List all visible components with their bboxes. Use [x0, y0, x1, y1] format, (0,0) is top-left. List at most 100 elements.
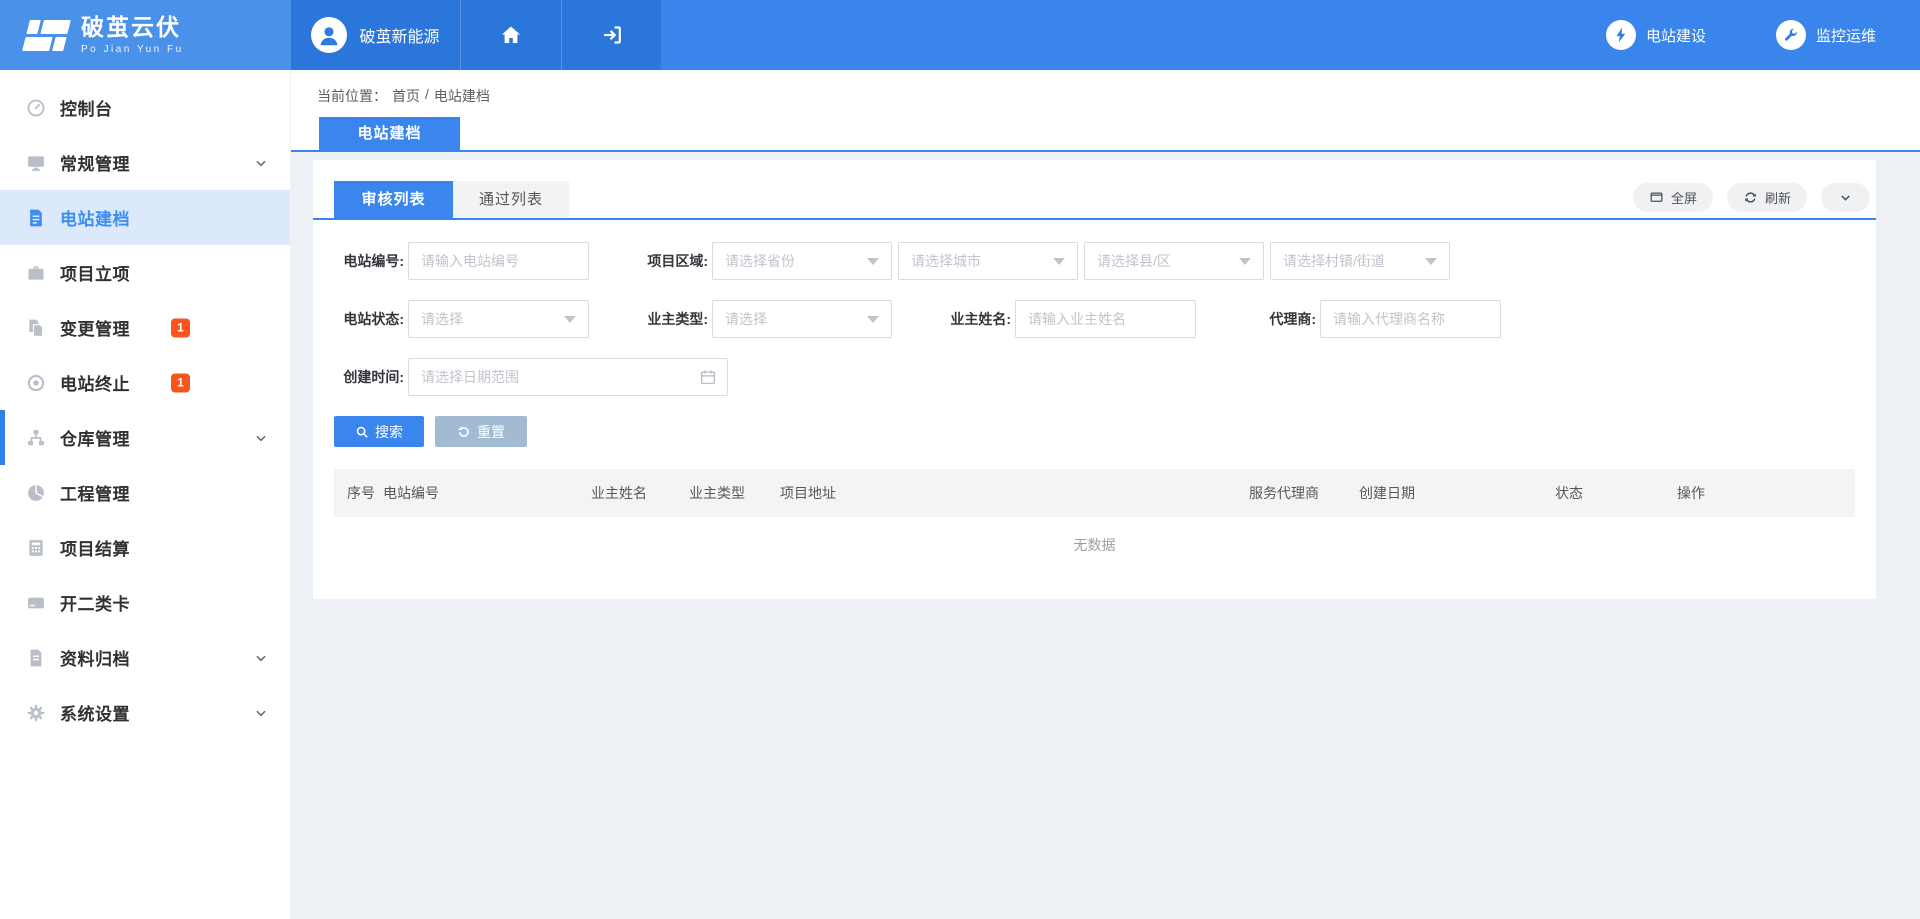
region-label: 项目区域: — [638, 251, 708, 271]
sidebar-item-station-archive[interactable]: 电站建档 — [0, 190, 290, 245]
sidebar-item-data-archive[interactable]: 资料归档 — [0, 630, 290, 685]
station-no-input[interactable] — [408, 242, 589, 280]
sidebar-item-label: 电站终止 — [60, 370, 130, 395]
sidebar-item-label: 常规管理 — [60, 150, 130, 175]
sidebar-item-label: 电站建档 — [60, 205, 130, 230]
refresh-label: 刷新 — [1765, 188, 1791, 207]
sidebar-item-label: 仓库管理 — [60, 425, 130, 450]
breadcrumb: 当前位置： 首页 / 电站建档 — [291, 70, 1920, 117]
station-build-label: 电站建设 — [1646, 25, 1706, 46]
filter-form: 电站编号: 项目区域: 请选择省份 请选择城市 请选择县/区 — [313, 220, 1876, 396]
town-select[interactable]: 请选择村镇/街道 — [1270, 242, 1450, 280]
breadcrumb-current: 电站建档 — [434, 86, 490, 106]
sidebar-item-console[interactable]: 控制台 — [0, 80, 290, 135]
table-header-row: 序号 电站编号 业主姓名 业主类型 项目地址 服务代理商 创建日期 状态 操作 — [334, 469, 1855, 517]
pie-chart-icon — [26, 483, 46, 503]
page-tab-row: 电站建档 — [291, 117, 1920, 152]
sidebar-item-system-settings[interactable]: 系统设置 — [0, 685, 290, 740]
fullscreen-button[interactable]: 全屏 — [1633, 183, 1713, 212]
logo-icon — [22, 20, 71, 51]
logout-button[interactable] — [561, 0, 661, 70]
panel-toolbar: 全屏 刷新 — [1633, 183, 1870, 217]
chevron-down-icon — [254, 156, 268, 170]
content-header: 当前位置： 首页 / 电站建档 电站建档 — [291, 70, 1920, 152]
topbar-segments: 破茧新能源 — [291, 0, 661, 70]
sidebar-item-label: 系统设置 — [60, 700, 130, 725]
col-station-no: 电站编号 — [383, 483, 591, 503]
panel-card: 审核列表 通过列表 全屏 — [313, 160, 1876, 599]
tab-passed-list[interactable]: 通过列表 — [453, 181, 569, 218]
col-project-address: 项目地址 — [780, 483, 1249, 503]
chevron-down-icon — [254, 706, 268, 720]
user-avatar-icon — [311, 17, 347, 53]
owner-type-select[interactable]: 请选择 — [712, 300, 892, 338]
district-placeholder: 请选择县/区 — [1097, 251, 1231, 271]
sidebar-item-open-card[interactable]: 开二类卡 — [0, 575, 290, 630]
station-status-select[interactable]: 请选择 — [408, 300, 589, 338]
sidebar-item-station-terminate[interactable]: 电站终止 1 — [0, 355, 290, 410]
topbar: 破茧云伏 Po Jian Yun Fu 破茧新能源 — [0, 0, 1920, 70]
lightning-icon — [1606, 20, 1636, 50]
sidebar-item-warehouse-mgmt[interactable]: 仓库管理 — [0, 410, 290, 465]
col-owner-name: 业主姓名 — [591, 483, 689, 503]
monitor-ops-action[interactable]: 监控运维 — [1776, 20, 1876, 50]
reset-button[interactable]: 重置 — [435, 416, 527, 447]
owner-name-input[interactable] — [1015, 300, 1196, 338]
col-owner-type: 业主类型 — [689, 483, 780, 503]
filter-row-3: 创建时间: — [334, 358, 1876, 396]
status-placeholder: 请选择 — [421, 309, 556, 329]
tab-review-list[interactable]: 审核列表 — [334, 181, 453, 218]
sidebar-item-project-settlement[interactable]: 项目结算 — [0, 520, 290, 575]
caret-down-icon — [867, 316, 879, 323]
district-select[interactable]: 请选择县/区 — [1084, 242, 1264, 280]
refresh-button[interactable]: 刷新 — [1727, 183, 1807, 212]
page-tab-station-archive[interactable]: 电站建档 — [319, 117, 460, 150]
sidebar-item-label: 变更管理 — [60, 315, 130, 340]
sidebar: 控制台 常规管理 电站建档 — [0, 70, 291, 919]
sidebar-item-label: 项目结算 — [60, 535, 130, 560]
wrench-icon — [1776, 20, 1806, 50]
exit-arrow-icon — [600, 23, 624, 47]
section-indicator-bar — [0, 410, 5, 465]
briefcase-icon — [26, 263, 46, 283]
search-button[interactable]: 搜索 — [334, 416, 424, 447]
caret-down-icon — [1053, 258, 1065, 265]
sidebar-item-label: 工程管理 — [60, 480, 130, 505]
file-icon — [26, 648, 46, 668]
user-menu[interactable]: 破茧新能源 — [291, 0, 460, 70]
sitemap-icon — [26, 428, 46, 448]
col-created-date: 创建日期 — [1359, 483, 1555, 503]
brand-text: 破茧云伏 Po Jian Yun Fu — [81, 15, 184, 54]
collapse-toolbar-button[interactable] — [1821, 183, 1870, 212]
brand-logo[interactable]: 破茧云伏 Po Jian Yun Fu — [0, 0, 291, 70]
search-label: 搜索 — [375, 422, 403, 442]
created-at-label: 创建时间: — [334, 367, 404, 387]
sidebar-item-engineering-mgmt[interactable]: 工程管理 — [0, 465, 290, 520]
bank-card-icon — [26, 593, 46, 613]
brand-title: 破茧云伏 — [81, 15, 184, 40]
home-button[interactable] — [460, 0, 561, 70]
breadcrumb-home-link[interactable]: 首页 — [392, 86, 420, 106]
monitor-ops-label: 监控运维 — [1816, 25, 1876, 46]
city-select[interactable]: 请选择城市 — [898, 242, 1078, 280]
station-build-action[interactable]: 电站建设 — [1606, 20, 1706, 50]
brand-subtitle: Po Jian Yun Fu — [81, 44, 184, 55]
caret-down-icon — [1239, 258, 1251, 265]
station-terminate-badge: 1 — [171, 373, 190, 392]
chevron-down-icon — [254, 431, 268, 445]
document-icon — [26, 208, 46, 228]
filter-row-1: 电站编号: 项目区域: 请选择省份 请选择城市 请选择县/区 — [334, 242, 1876, 280]
city-placeholder: 请选择城市 — [911, 251, 1045, 271]
date-range-input[interactable] — [408, 358, 728, 396]
agent-input[interactable] — [1320, 300, 1501, 338]
main-panel-wrap: 审核列表 通过列表 全屏 — [291, 152, 1920, 599]
reset-label: 重置 — [477, 422, 505, 442]
station-status-label: 电站状态: — [334, 309, 404, 329]
col-index: 序号 — [347, 483, 383, 503]
sidebar-item-general-mgmt[interactable]: 常规管理 — [0, 135, 290, 190]
sidebar-item-project-initiation[interactable]: 项目立项 — [0, 245, 290, 300]
caret-down-icon — [1425, 258, 1437, 265]
sidebar-item-change-mgmt[interactable]: 变更管理 1 — [0, 300, 290, 355]
search-icon — [355, 425, 369, 439]
province-select[interactable]: 请选择省份 — [712, 242, 892, 280]
